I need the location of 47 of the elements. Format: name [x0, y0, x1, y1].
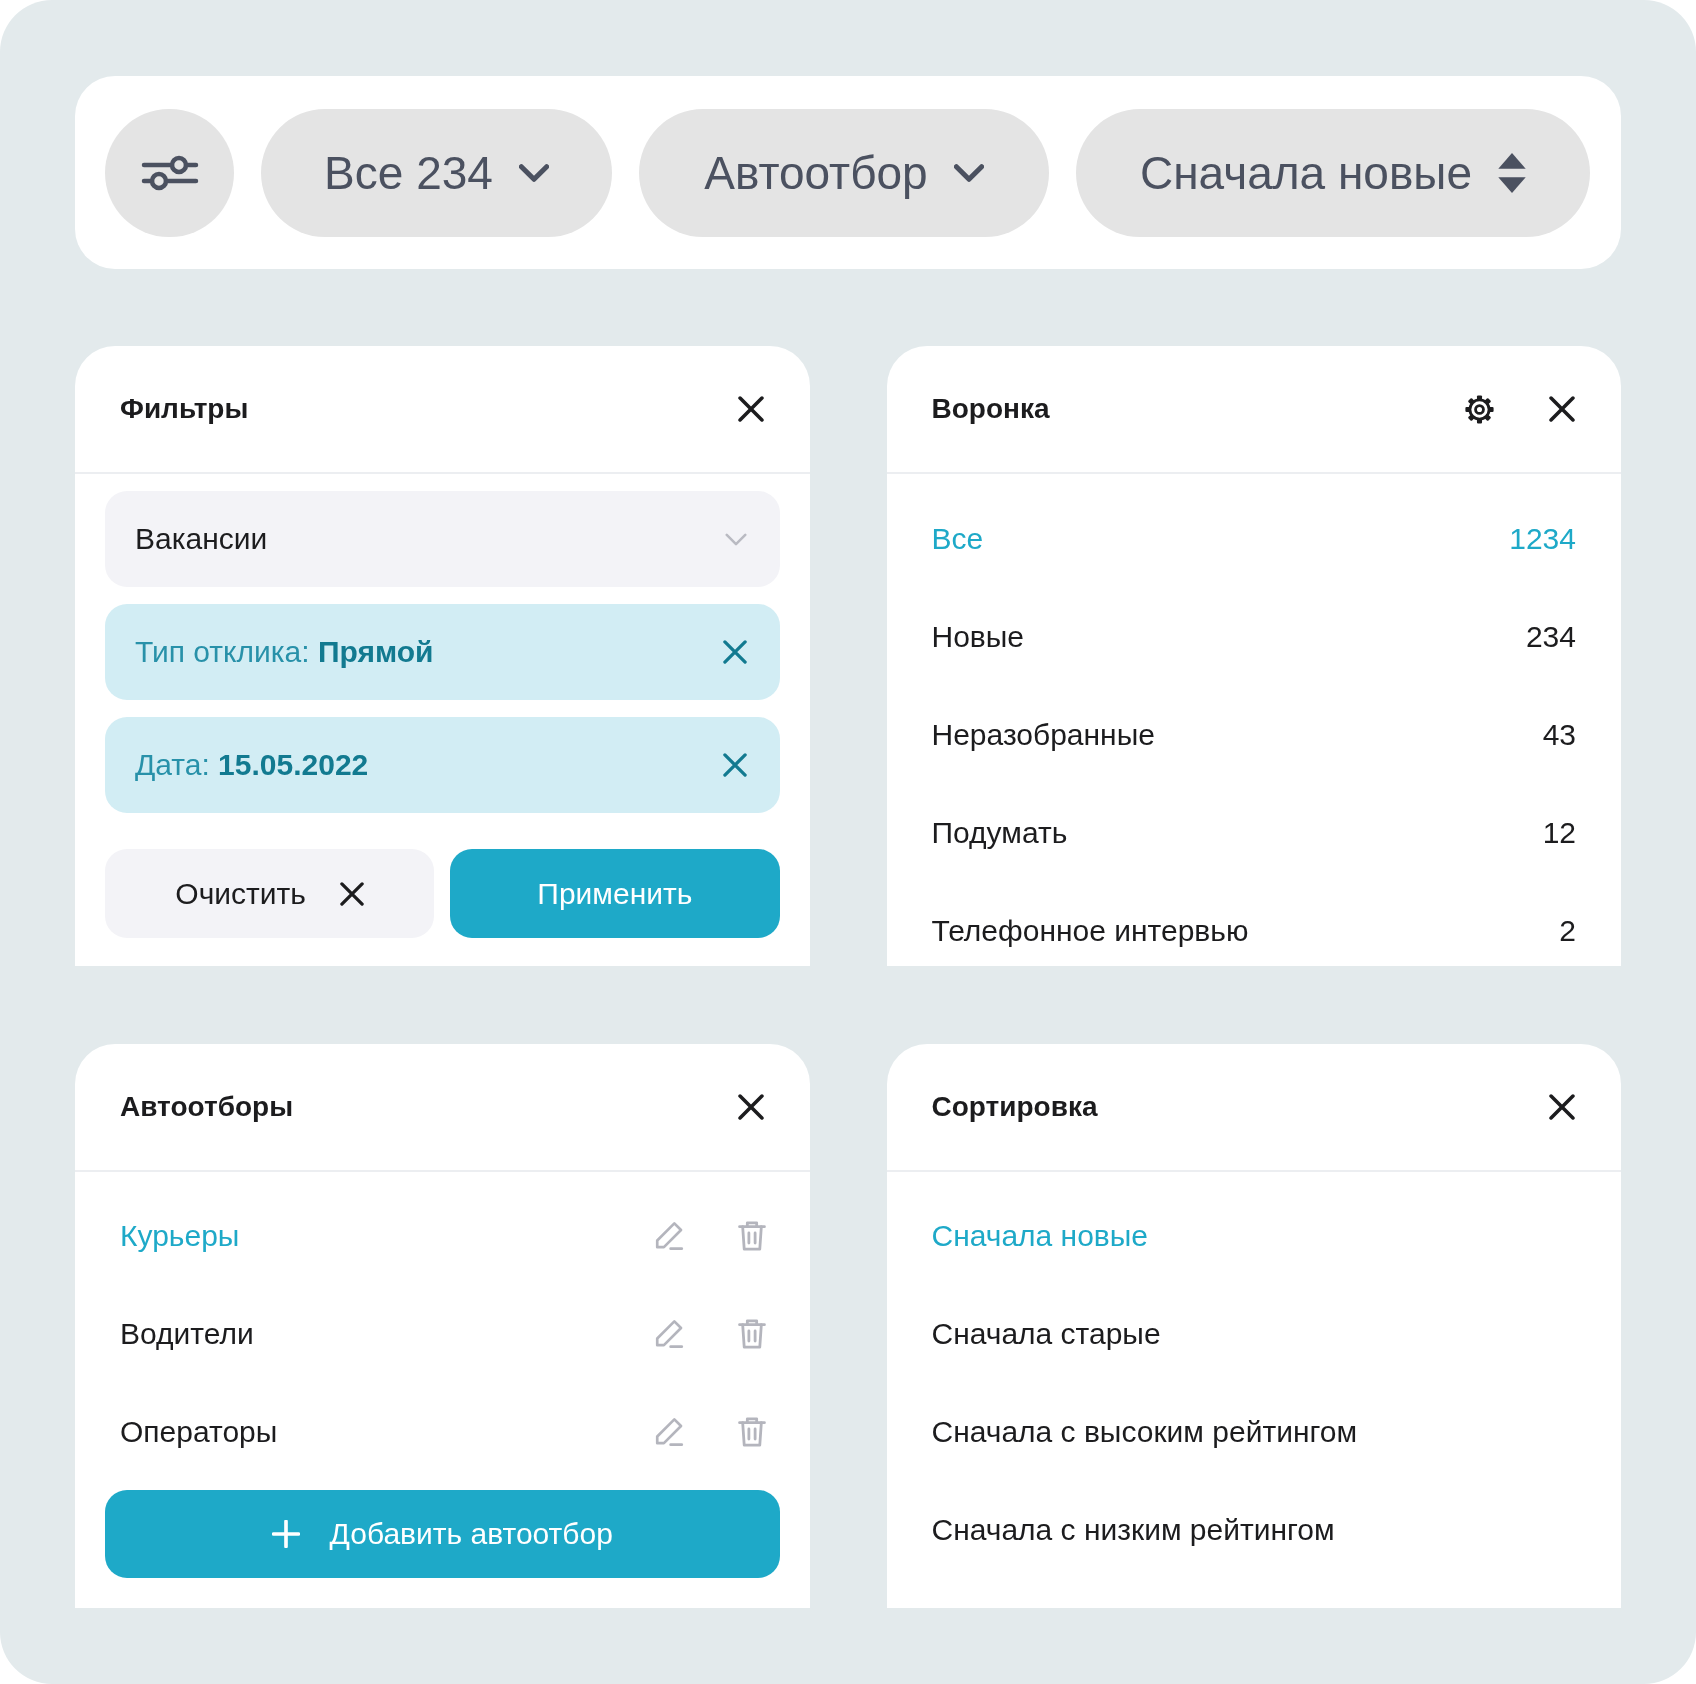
filter-chip-label: Дата: 15.05.2022	[135, 747, 369, 783]
pencil-icon	[654, 1417, 684, 1447]
funnel-stage-item[interactable]: Подумать 12	[931, 815, 1576, 851]
trash-icon	[737, 1319, 766, 1349]
close-icon	[722, 640, 747, 664]
close-icon	[722, 753, 747, 777]
pencil-icon	[654, 1319, 684, 1349]
sort-dropdown[interactable]: Сначала новые	[1076, 108, 1590, 237]
autoselect-item[interactable]: Операторы	[120, 1414, 278, 1450]
autoselect-item[interactable]: Водители	[120, 1316, 254, 1352]
close-button[interactable]	[737, 396, 764, 422]
settings-button[interactable]	[1464, 393, 1495, 425]
sort-option[interactable]: Сначала старые	[931, 1316, 1161, 1352]
trash-icon	[737, 1221, 766, 1251]
close-icon	[737, 396, 764, 422]
clear-button[interactable]: Очистить	[105, 849, 435, 938]
filter-dropdown[interactable]: Автоотбор	[639, 108, 1049, 237]
funnel-stage-item[interactable]: Новые 234	[931, 619, 1576, 655]
funnel-stage-item[interactable]: Неразобранные 43	[931, 717, 1576, 753]
panel-title: Автоотборы	[120, 1090, 294, 1124]
panel-title: Сортировка	[931, 1090, 1098, 1124]
vacancy-select[interactable]: Вакансии	[105, 491, 780, 587]
sort-arrows-icon	[1498, 152, 1526, 193]
close-button[interactable]	[1549, 1094, 1575, 1120]
settings-icon	[1464, 393, 1495, 425]
pencil-icon	[654, 1221, 684, 1251]
panel-title: Фильтры	[120, 392, 249, 426]
close-icon	[1549, 396, 1575, 422]
close-icon	[1549, 1094, 1575, 1120]
trash-icon	[737, 1417, 766, 1447]
filter-dropdown[interactable]: Все 234	[261, 108, 612, 237]
sort-option[interactable]: Сначала с низким рейтингом	[931, 1512, 1335, 1548]
remove-filter-button[interactable]	[722, 753, 747, 777]
chevron-down-icon	[518, 163, 549, 182]
funnel-stage-item[interactable]: Телефонное интервью 2	[931, 913, 1576, 949]
close-icon	[737, 1094, 764, 1120]
panel-title: Воронка	[931, 392, 1050, 426]
filter-chip-label: Тип отклика: Прямой	[135, 634, 434, 670]
chevron-down-icon	[724, 532, 747, 546]
remove-filter-button[interactable]	[722, 640, 747, 664]
sort-option[interactable]: Сначала с высоким рейтингом	[931, 1414, 1358, 1450]
sliders-icon	[140, 154, 199, 191]
close-button[interactable]	[737, 1094, 764, 1120]
plus-icon	[271, 1520, 300, 1548]
chevron-down-icon	[953, 163, 984, 182]
close-icon	[339, 881, 364, 906]
close-button[interactable]	[1549, 396, 1575, 422]
